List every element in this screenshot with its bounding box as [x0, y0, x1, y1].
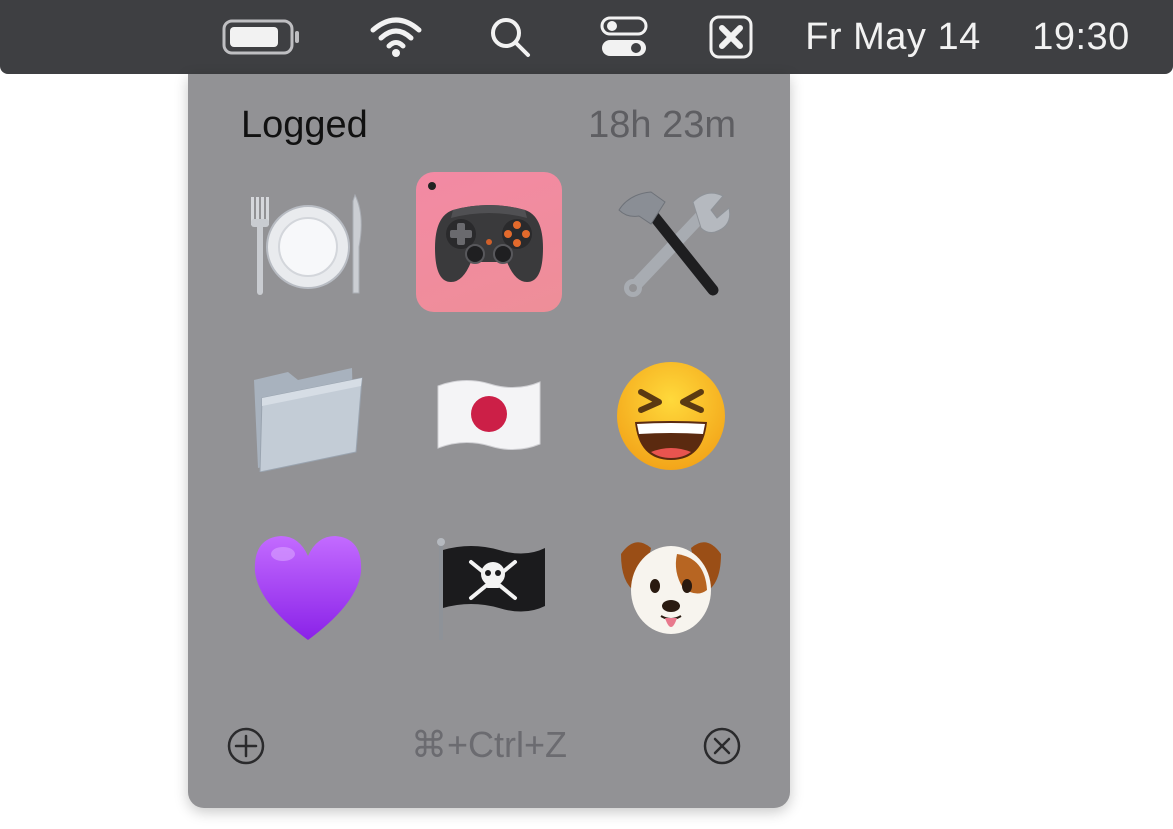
battery-icon[interactable] — [220, 0, 304, 74]
close-circle-icon — [703, 727, 741, 765]
purple-heart-icon[interactable] — [235, 518, 381, 658]
popover-title: Logged — [241, 104, 368, 146]
dog-face-icon[interactable] — [598, 518, 744, 658]
close-button[interactable] — [702, 726, 742, 766]
keyboard-shortcut: ⌘+Ctrl+Z — [410, 724, 568, 765]
selected-indicator — [428, 182, 436, 190]
wifi-icon[interactable] — [366, 0, 426, 74]
japan-flag-icon[interactable] — [416, 346, 562, 486]
emoji-tracker-popover: Logged 18h 23m ⌘+Ctrl+Z — [188, 74, 790, 808]
menu-bar: Fr May 14 19:30 — [0, 0, 1173, 74]
date-label: Fr May 14 — [805, 15, 981, 58]
search-icon[interactable] — [484, 0, 536, 74]
menubar-date[interactable]: Fr May 14 — [800, 0, 986, 74]
logged-duration: 18h 23m — [588, 104, 736, 146]
video-game-controller-icon[interactable] — [416, 172, 562, 312]
grinning-squinting-face-icon[interactable] — [598, 346, 744, 486]
app-status-icon[interactable] — [706, 0, 756, 74]
menubar-clock[interactable]: 19:30 — [1024, 0, 1138, 74]
pirate-flag-icon[interactable] — [416, 518, 562, 658]
control-center-icon[interactable] — [596, 0, 652, 74]
plate-with-cutlery-icon[interactable] — [235, 174, 381, 314]
hammer-and-wrench-icon[interactable] — [598, 174, 744, 314]
time-label: 19:30 — [1032, 15, 1130, 58]
file-folder-icon[interactable] — [235, 346, 381, 486]
